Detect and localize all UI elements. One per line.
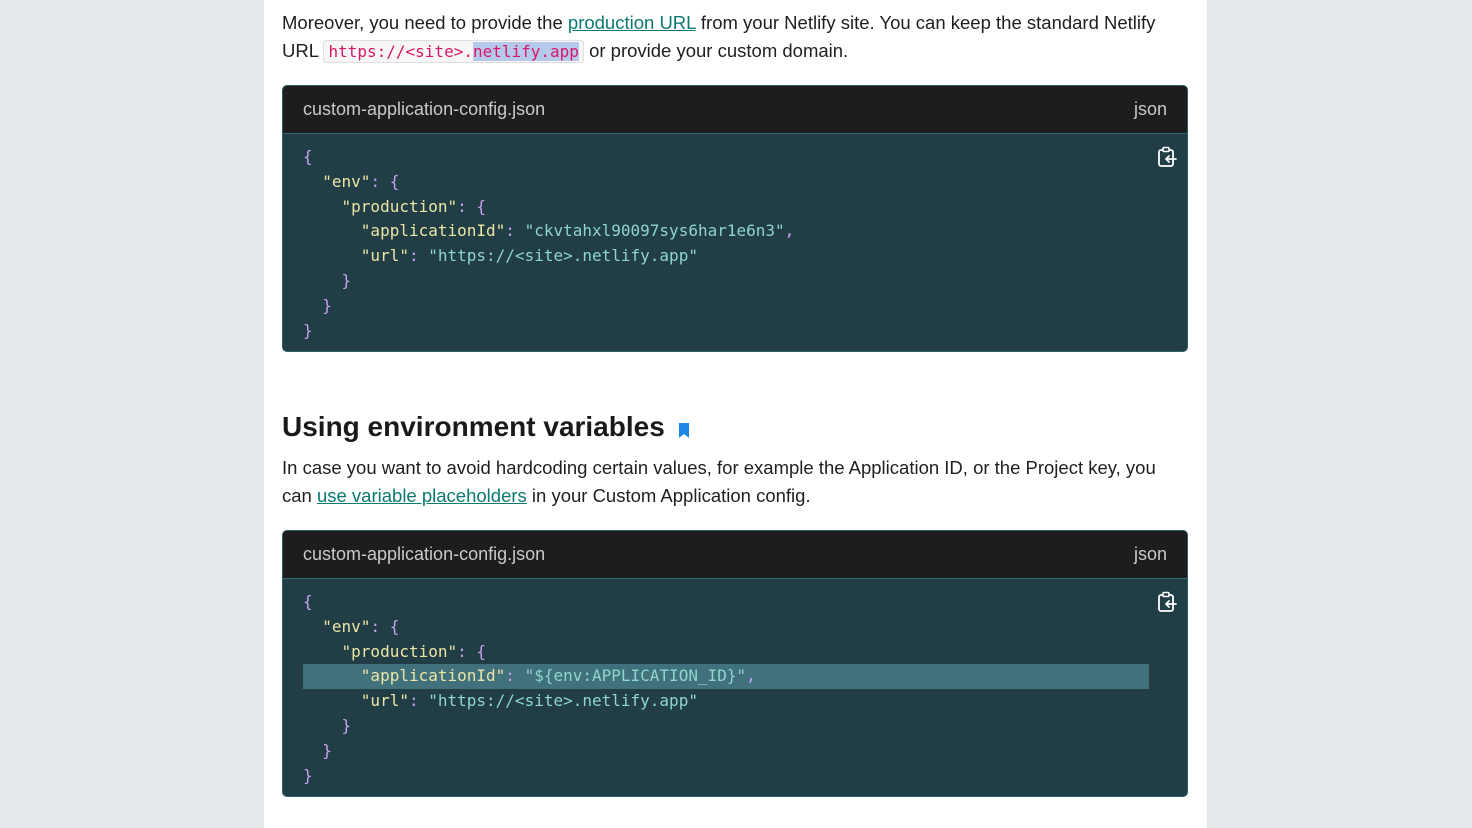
- code-line: "env": {: [322, 616, 400, 636]
- section-title: Using environment variables: [282, 411, 665, 442]
- para2-text-end: in your Custom Application config.: [526, 485, 811, 506]
- highlighted-code-line: "applicationId": "${env:APPLICATION_ID}"…: [303, 664, 1149, 690]
- code-line: "url": "https://<site>.netlify.app": [360, 691, 698, 711]
- code-line: }: [322, 295, 332, 315]
- code-block-body[interactable]: { "env": { "production": { "applicationI…: [283, 579, 1187, 788]
- code-filename: custom-application-config.json: [303, 99, 546, 119]
- section-heading: Using environment variables: [282, 407, 690, 447]
- code-line: {: [303, 147, 313, 166]
- code-block-header: custom-application-config.json json: [283, 531, 1187, 579]
- code-line: "env": {: [322, 171, 400, 191]
- intro-paragraph: Moreover, you need to provide the produc…: [282, 9, 1187, 66]
- code-line: {: [303, 592, 313, 611]
- intro-text: Moreover, you need to provide the: [282, 12, 568, 33]
- copy-to-clipboard-icon[interactable]: [1157, 591, 1177, 613]
- code-block-header: custom-application-config.json json: [283, 86, 1187, 134]
- code-block-body[interactable]: { "env": { "production": { "applicationI…: [283, 134, 1187, 343]
- intro-text-end: or provide your custom domain.: [583, 40, 849, 61]
- code-line: "applicationId": "ckvtahxl90097sys6har1e…: [360, 221, 795, 241]
- inline-code-start: https://<site>.: [328, 42, 473, 61]
- code-line: }: [303, 765, 313, 785]
- selected-text: netlify.app: [472, 42, 579, 61]
- code-line: }: [341, 715, 352, 735]
- variable-placeholders-link[interactable]: use variable placeholders: [317, 485, 527, 506]
- env-variables-paragraph: In case you want to avoid hardcoding cer…: [282, 454, 1187, 510]
- code-filename: custom-application-config.json: [303, 544, 546, 564]
- code-line: "url": "https://<site>.netlify.app": [360, 246, 698, 266]
- copy-to-clipboard-icon[interactable]: [1157, 146, 1177, 168]
- production-url-link[interactable]: production URL: [568, 12, 696, 33]
- docs-page: Moreover, you need to provide the produc…: [264, 0, 1207, 828]
- code-line: }: [322, 740, 332, 760]
- code-line: "production": {: [341, 196, 487, 216]
- code-language: json: [1133, 544, 1167, 564]
- bookmark-icon[interactable]: [678, 422, 690, 438]
- code-block-env-variables: custom-application-config.json json { "e…: [282, 530, 1188, 797]
- code-line: }: [341, 270, 352, 290]
- code-language: json: [1133, 99, 1167, 119]
- code-line: }: [303, 320, 313, 340]
- code-block-production-url: custom-application-config.json json { "e…: [282, 85, 1188, 352]
- code-line: "production": {: [341, 641, 487, 661]
- netlify-url-inline-code: https://<site>.netlify.app: [323, 40, 584, 63]
